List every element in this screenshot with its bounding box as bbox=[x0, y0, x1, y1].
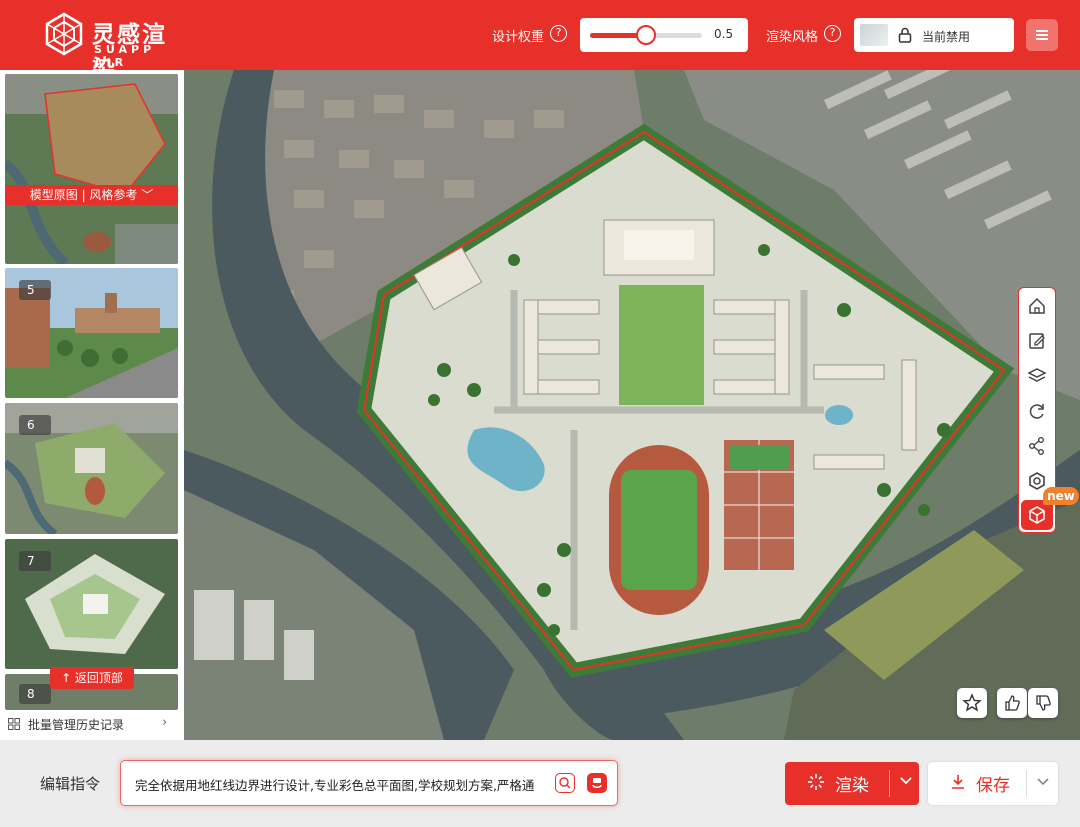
item-number: 5 bbox=[19, 280, 51, 300]
home-icon[interactable] bbox=[1026, 295, 1048, 317]
sparkle-icon bbox=[808, 774, 824, 790]
favorite-button[interactable] bbox=[957, 688, 987, 718]
design-weight-value: 0.5 bbox=[714, 27, 734, 41]
thumbs-down-icon bbox=[1036, 695, 1051, 711]
logo-icon bbox=[45, 12, 83, 56]
lock-icon bbox=[898, 27, 912, 43]
chevron-right-icon: › bbox=[162, 715, 168, 730]
item-number: 7 bbox=[19, 551, 51, 571]
master-plan-image bbox=[184, 70, 1080, 740]
design-weight-label: 设计权重 bbox=[492, 30, 545, 45]
refresh-icon[interactable] bbox=[1026, 400, 1048, 422]
brand-subtitle: SUAPP AIR bbox=[94, 43, 156, 69]
new-badge: new bbox=[1043, 487, 1079, 505]
prompt-library-icon[interactable] bbox=[555, 773, 575, 793]
edit-icon[interactable] bbox=[1026, 330, 1048, 352]
command-input[interactable]: 完全依据用地红线边界进行设计,专业彩色总平面图,学校规划方案,严格通 bbox=[120, 760, 618, 806]
history-sidebar: 模型原图 | 风格参考 ﹀ 5 6 7 8 ↑ 返回顶部 批量管理历史记录 › bbox=[0, 70, 184, 740]
divider bbox=[1026, 770, 1027, 797]
command-bar: 编辑指令 完全依据用地红线边界进行设计,专业彩色总平面图,学校规划方案,严格通 bbox=[0, 740, 1080, 827]
chevron-down-icon[interactable] bbox=[1036, 775, 1050, 789]
help-icon[interactable]: ? bbox=[824, 25, 841, 42]
command-text[interactable]: 完全依据用地红线边界进行设计,专业彩色总平面图,学校规划方案,严格通 bbox=[135, 775, 555, 794]
menu-icon-line bbox=[1036, 38, 1048, 40]
item-number: 6 bbox=[19, 415, 51, 435]
menu-icon bbox=[1036, 30, 1048, 32]
render-style-label: 渲染风格 bbox=[766, 30, 819, 45]
batch-history-link[interactable]: 批量管理历史记录 › bbox=[0, 710, 184, 740]
help-icon[interactable]: ? bbox=[550, 25, 567, 42]
menu-button[interactable] bbox=[1026, 19, 1058, 51]
layers-icon[interactable] bbox=[1026, 365, 1048, 387]
item-number: 8 bbox=[19, 684, 51, 704]
render-style-select[interactable]: 当前禁用 bbox=[854, 18, 1014, 52]
star-icon bbox=[962, 693, 982, 712]
grid-icon bbox=[8, 718, 20, 730]
share-icon[interactable] bbox=[1026, 435, 1048, 457]
logo: 灵感渲染 SUAPP AIR bbox=[44, 12, 184, 82]
like-button[interactable] bbox=[997, 688, 1027, 718]
menu-icon-line bbox=[1036, 34, 1048, 36]
ai-assist-glyph bbox=[592, 778, 602, 789]
divider bbox=[889, 770, 890, 797]
history-item[interactable]: 5 bbox=[5, 268, 178, 398]
prompt-library-glyph bbox=[559, 777, 571, 789]
design-weight-slider[interactable]: 0.5 bbox=[580, 18, 748, 52]
render-button[interactable]: 渲染 bbox=[785, 762, 919, 805]
command-label: 编辑指令 bbox=[40, 775, 101, 793]
history-item[interactable]: 6 bbox=[5, 403, 178, 534]
thumbnail-image bbox=[5, 74, 178, 264]
slider-knob[interactable] bbox=[636, 25, 656, 45]
chevron-down-icon[interactable] bbox=[899, 774, 913, 788]
back-to-top-button[interactable]: ↑ 返回顶部 bbox=[50, 667, 134, 689]
style-thumbnail bbox=[860, 24, 888, 46]
save-label: 保存 bbox=[976, 776, 1010, 796]
dislike-button[interactable] bbox=[1028, 688, 1058, 718]
reference-toggle-bar[interactable]: 模型原图 | 风格参考 ﹀ bbox=[5, 185, 178, 205]
render-3d-icon bbox=[1029, 506, 1045, 524]
slider-track[interactable] bbox=[590, 25, 702, 45]
render-label: 渲染 bbox=[835, 776, 869, 796]
render-canvas[interactable] bbox=[184, 70, 1080, 740]
thumbs-up-icon bbox=[1005, 695, 1020, 711]
top-bar: 灵感渲染 SUAPP AIR 设计权重 ? 0.5 渲染风格 ? 当前禁用 bbox=[0, 0, 1080, 82]
ai-assist-icon[interactable] bbox=[587, 773, 607, 793]
download-icon bbox=[952, 775, 964, 789]
batch-history-label: 批量管理历史记录 bbox=[28, 718, 125, 732]
save-button[interactable]: 保存 bbox=[928, 762, 1058, 805]
history-item[interactable] bbox=[5, 74, 178, 264]
render-style-value: 当前禁用 bbox=[922, 30, 971, 44]
history-item[interactable]: 7 bbox=[5, 539, 178, 669]
